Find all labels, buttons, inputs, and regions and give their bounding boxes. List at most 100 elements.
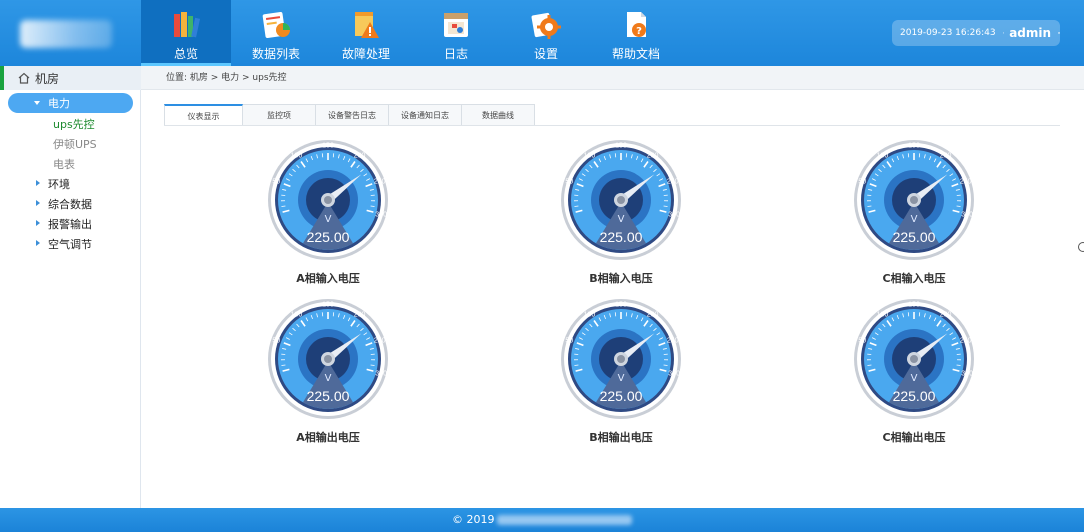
nav-label: 故障处理 bbox=[341, 47, 390, 61]
gauge-value: 225.00 bbox=[599, 229, 643, 245]
gauge-tick-label: 250 bbox=[374, 338, 386, 345]
sidebar: 机房 电力 ups先控 伊顿UPS 电表 环境 综合数据 报警输出 空气调节 bbox=[0, 66, 141, 508]
sidebar-item-eaton-ups[interactable]: 伊顿UPS bbox=[53, 136, 97, 152]
gauge-tick-label: 100 bbox=[291, 152, 303, 159]
gauge-a-input-voltage: 0 50 100 150 200 250 300 V 225.00 A相输入电压 bbox=[263, 140, 393, 290]
gauge-tick-label: 250 bbox=[374, 179, 386, 186]
nav-label: 日志 bbox=[443, 47, 468, 61]
current-datetime: 2019-09-23 16:26:43 bbox=[900, 28, 996, 38]
nav-data-list[interactable]: 数据列表 bbox=[231, 0, 321, 66]
home-icon bbox=[18, 72, 30, 84]
gauge-unit: V bbox=[910, 373, 918, 384]
gauge-unit: V bbox=[324, 373, 332, 384]
sidebar-item-meter[interactable]: 电表 bbox=[53, 156, 75, 172]
chevron-right-icon bbox=[36, 200, 40, 206]
user-icon bbox=[1002, 32, 1005, 34]
calendar-log-icon bbox=[444, 13, 468, 37]
gauge-needle-hub-center bbox=[617, 196, 625, 204]
sidebar-item-alarm-output[interactable]: 报警输出 bbox=[48, 216, 92, 232]
footer-redacted bbox=[497, 515, 632, 525]
gauge-tick-label: 150 bbox=[322, 143, 334, 150]
breadcrumb: 位置: 机房 > 电力 > ups先控 bbox=[141, 66, 1084, 90]
logo bbox=[14, 14, 122, 54]
sidebar-item-environment[interactable]: 环境 bbox=[48, 176, 70, 192]
tab-gauge-display[interactable]: 仪表显示 bbox=[164, 104, 243, 126]
gauge-tick-label: 100 bbox=[877, 311, 889, 318]
gear-icon bbox=[531, 12, 561, 39]
sidebar-group-power[interactable]: 电力 bbox=[8, 93, 133, 113]
gauge-tick-label: 100 bbox=[877, 152, 889, 159]
gauge-tick-label: 50 bbox=[272, 338, 280, 345]
gauge-caption: B相输入电压 bbox=[589, 272, 653, 285]
sidebar-item-ups-xiankong[interactable]: ups先控 bbox=[53, 116, 95, 132]
tab-data-curve[interactable]: 数据曲线 bbox=[462, 104, 535, 126]
gauge-tick-label: 200 bbox=[354, 311, 366, 318]
chevron-down-icon bbox=[34, 101, 40, 105]
gauge-unit: V bbox=[910, 214, 918, 225]
footer-copyright: © 2019 bbox=[452, 513, 495, 526]
gauge-tick-label: 50 bbox=[858, 179, 866, 186]
user-box: 2019-09-23 16:26:43 admin bbox=[892, 20, 1060, 46]
gauge-caption: C相输出电压 bbox=[882, 431, 946, 444]
gauge-tick-label: 200 bbox=[647, 152, 659, 159]
chevron-right-icon bbox=[36, 240, 40, 246]
gauge-value: 225.00 bbox=[892, 229, 936, 245]
gauge-dial: 050100150200250300 bbox=[854, 299, 974, 419]
tab-bar: 仪表显示 监控项 设备警告日志 设备通知日志 数据曲线 bbox=[164, 104, 535, 126]
nav-overview[interactable]: 总览 bbox=[141, 0, 231, 66]
logout-icon[interactable] bbox=[1058, 27, 1060, 39]
books-icon bbox=[174, 12, 201, 38]
gauge-minor-tick bbox=[370, 364, 375, 366]
gauge-c-output-voltage: 0 50 100 150 200 250 300 V 225.00 C相输出电压 bbox=[849, 299, 979, 449]
chevron-right-icon bbox=[36, 180, 40, 186]
gauge-c-input-voltage: 0 50 100 150 200 250 300 V 225.00 C相输入电压 bbox=[849, 140, 979, 290]
gauge-unit: V bbox=[617, 214, 625, 225]
gauge-minor-tick bbox=[663, 205, 668, 207]
nav-log[interactable]: 日志 bbox=[411, 0, 501, 66]
gauge-value: 225.00 bbox=[892, 388, 936, 404]
gauge-tick-label: 150 bbox=[908, 302, 920, 309]
gauge-minor-tick bbox=[281, 364, 286, 366]
tab-device-warning-log[interactable]: 设备警告日志 bbox=[316, 104, 389, 126]
gauge-tick-label: 250 bbox=[960, 338, 972, 345]
gauge-tick-label: 150 bbox=[615, 302, 627, 309]
tab-divider bbox=[164, 125, 1060, 126]
edge-circle-icon bbox=[1078, 242, 1084, 252]
gauge-minor-tick bbox=[281, 205, 286, 207]
gauge-dial: 050100150200250300 bbox=[268, 299, 388, 419]
gauge-tick-label: 250 bbox=[667, 338, 679, 345]
gauge-needle-hub-center bbox=[617, 355, 625, 363]
tab-device-notice-log[interactable]: 设备通知日志 bbox=[389, 104, 462, 126]
gauge-b-input-voltage: 0 50 100 150 200 250 300 V 225.00 B相输入电压 bbox=[556, 140, 686, 290]
gauge-minor-tick bbox=[867, 205, 872, 207]
gauge-needle-hub-center bbox=[324, 196, 332, 204]
gauge-tick-label: 50 bbox=[565, 179, 573, 186]
nav-help-docs[interactable]: ? 帮助文档 bbox=[591, 0, 681, 66]
nav-label: 帮助文档 bbox=[611, 47, 660, 61]
gauge-tick-label: 100 bbox=[584, 152, 596, 159]
gauge-value: 225.00 bbox=[306, 388, 350, 404]
nav-settings[interactable]: 设置 bbox=[501, 0, 591, 66]
nav-fault-handling[interactable]: 故障处理 bbox=[321, 0, 411, 66]
nav-label: 总览 bbox=[173, 47, 198, 61]
username[interactable]: admin bbox=[1009, 26, 1051, 40]
gauge-needle-hub-center bbox=[910, 196, 918, 204]
gauge-minor-tick bbox=[574, 364, 579, 366]
gauge-value: 225.00 bbox=[599, 388, 643, 404]
gauge-dial: 050100150200250300 bbox=[561, 140, 681, 260]
sidebar-item-air-conditioning[interactable]: 空气调节 bbox=[48, 236, 92, 252]
nav-label: 设置 bbox=[533, 47, 558, 61]
gauge-tick-label: 100 bbox=[291, 311, 303, 318]
gauge-tick-label: 100 bbox=[584, 311, 596, 318]
tab-monitor-items[interactable]: 监控项 bbox=[243, 104, 316, 126]
gauge-minor-tick bbox=[663, 364, 668, 366]
gauge-dial: 050100150200250300 bbox=[561, 299, 681, 419]
sidebar-item-composite-data[interactable]: 综合数据 bbox=[48, 196, 92, 212]
sidebar-root-label: 机房 bbox=[35, 71, 60, 86]
gauge-caption: C相输入电压 bbox=[882, 272, 946, 285]
gauge-dial: 050100150200250300 bbox=[268, 140, 388, 260]
help-document-icon: ? bbox=[627, 12, 646, 37]
svg-text:?: ? bbox=[636, 26, 642, 37]
sidebar-root-machine-room[interactable]: 机房 bbox=[0, 66, 141, 90]
gauge-b-output-voltage: 0 50 100 150 200 250 300 V 225.00 B相输出电压 bbox=[556, 299, 686, 449]
